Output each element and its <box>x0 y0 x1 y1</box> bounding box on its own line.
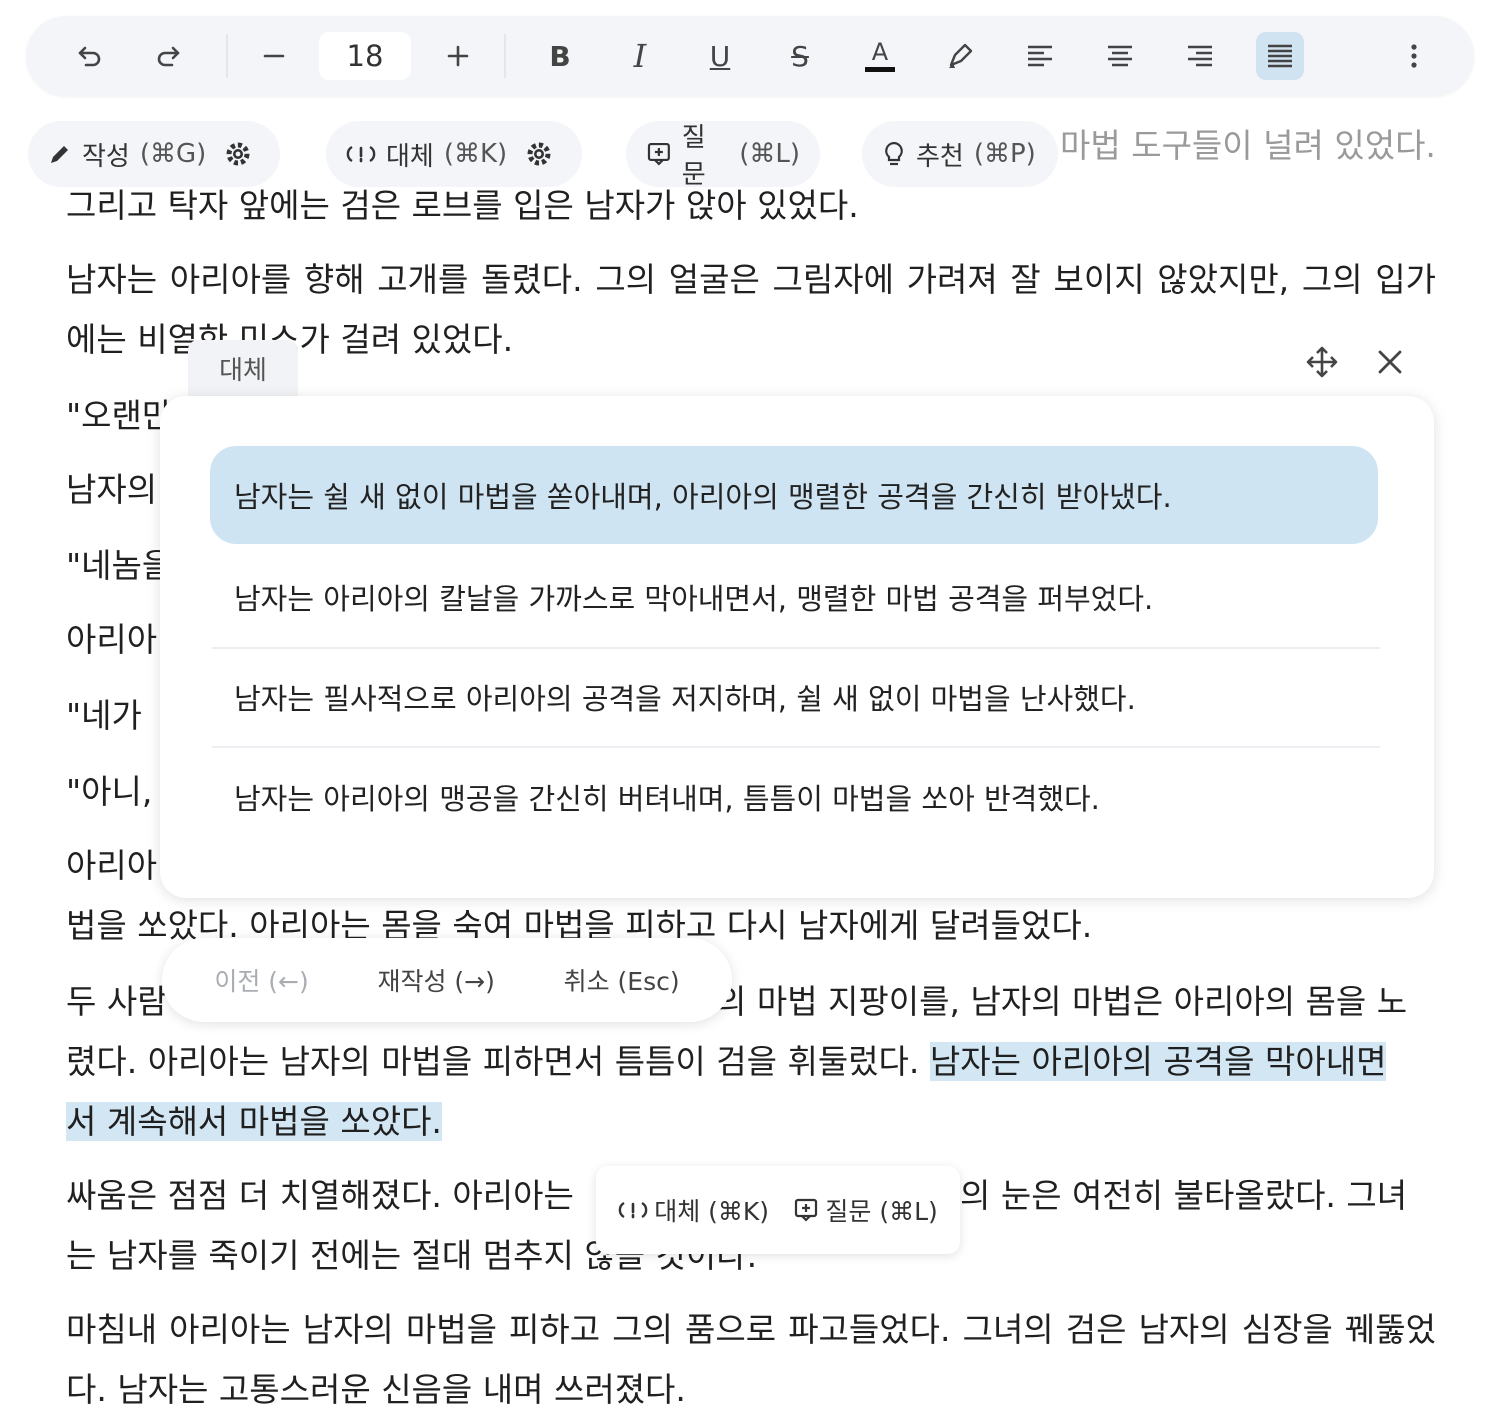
italic-button[interactable]: I <box>616 32 664 80</box>
more-vertical-icon <box>1411 44 1417 68</box>
align-justify-icon <box>1268 44 1292 68</box>
replace-icon <box>346 145 376 163</box>
replace-label: 대체 <box>386 141 434 172</box>
selected-text-continued[interactable]: 서 계속해서 마법을 쏘았다. <box>66 1102 442 1141</box>
suggestion-navigation: 이전 (←) 재작성 (→) 취소 (Esc) <box>162 938 732 1022</box>
write-label: 작성 <box>82 141 130 172</box>
align-left-icon <box>1028 45 1052 67</box>
plus-icon <box>447 45 469 67</box>
bold-button[interactable]: B <box>536 32 584 80</box>
close-icon <box>1378 350 1402 374</box>
highlighter-icon <box>949 43 973 68</box>
paragraph-11-tail: 의 눈은 여전히 불타올랐다. 그녀 <box>960 1176 1408 1215</box>
align-left-button[interactable] <box>1016 32 1064 80</box>
gear-icon[interactable] <box>224 140 252 168</box>
paragraph-10-tail: 의 마법 지팡이를, 남자의 마법은 아리아의 몸을 노 <box>716 982 1408 1021</box>
replace-action-chip[interactable]: 대체 (⌘K) <box>326 121 582 187</box>
ask-shortcut: (⌘L) <box>739 139 800 169</box>
highlight-button[interactable] <box>936 32 984 80</box>
align-center-button[interactable] <box>1096 32 1144 80</box>
faded-line-tail: 마법 도구들이 널려 있었다. <box>1060 126 1436 165</box>
replace-shortcut: (⌘K) <box>443 139 508 169</box>
suggestion-option-2[interactable]: 남자는 아리아의 칼날을 가까스로 막아내면서, 맹렬한 마법 공격을 퍼부었다… <box>210 548 1378 646</box>
write-action-chip[interactable]: 작성 (⌘G) <box>28 121 280 187</box>
previous-button[interactable]: 이전 (←) <box>214 962 308 998</box>
more-options-button[interactable] <box>1390 32 1438 80</box>
ask-label: 질문 <box>681 123 706 190</box>
cancel-button[interactable]: 취소 (Esc) <box>564 962 680 998</box>
rewrite-button[interactable]: 재작성 (→) <box>377 962 494 998</box>
replace-suggestions-panel: 남자는 쉴 새 없이 마법을 쏟아내며, 아리아의 맹렬한 공격을 간신히 받아… <box>160 396 1434 898</box>
selected-text[interactable]: 남자는 아리아의 공격을 막아내면 <box>929 1042 1387 1081</box>
selection-replace-button[interactable]: 대체 (⌘K) <box>618 1192 769 1228</box>
formatting-toolbar: 18 B I U S A <box>26 16 1474 96</box>
align-justify-button[interactable] <box>1256 32 1304 80</box>
write-shortcut: (⌘G) <box>139 139 207 169</box>
close-panel-button[interactable] <box>1370 342 1410 382</box>
align-right-button[interactable] <box>1176 32 1224 80</box>
pen-icon <box>51 146 68 163</box>
selection-ask-label: 질문 (⌘L) <box>825 1197 938 1226</box>
paragraph-10-line-3: 서 계속해서 마법을 쏘았다. <box>66 1092 1436 1152</box>
text-color-label: A <box>871 38 889 66</box>
selection-replace-label: 대체 (⌘K) <box>654 1197 770 1226</box>
selection-action-bar: 대체 (⌘K) 질문 (⌘L) <box>596 1166 960 1254</box>
lightbulb-icon <box>885 141 903 166</box>
paragraph-10-line-2: 렸다. 아리아는 남자의 마법을 피하면서 틈틈이 검을 휘둘렀다. 남자는 아… <box>66 1032 1436 1092</box>
move-panel-button[interactable] <box>1302 342 1342 382</box>
redo-button[interactable] <box>144 32 192 80</box>
align-center-icon <box>1108 45 1132 67</box>
move-icon <box>1306 346 1338 378</box>
suggestion-option-1[interactable]: 남자는 쉴 새 없이 마법을 쏟아내며, 아리아의 맹렬한 공격을 간신히 받아… <box>210 446 1378 544</box>
selection-ask-button[interactable]: 질문 (⌘L) <box>793 1192 938 1228</box>
paragraph-11-start: 싸움은 점점 더 치열해졌다. 아리아는 <box>66 1176 574 1215</box>
redo-icon <box>157 46 180 67</box>
gear-icon[interactable] <box>525 140 553 168</box>
add-comment-icon <box>795 1198 818 1222</box>
toolbar-divider <box>504 34 506 78</box>
suggest-shortcut: (⌘P) <box>973 139 1036 169</box>
minus-icon <box>263 54 285 58</box>
suggest-label: 추천 <box>916 141 964 172</box>
suggestion-option-3[interactable]: 남자는 필사적으로 아리아의 공격을 저지하며, 쉴 새 없이 마법을 난사했다… <box>210 648 1378 746</box>
paragraph-12: 마침내 아리아는 남자의 마법을 피하고 그의 품으로 파고들었다. 그녀의 검… <box>66 1310 1436 1409</box>
align-right-icon <box>1188 45 1212 67</box>
suggest-action-chip[interactable]: 추천 (⌘P) <box>862 121 1058 187</box>
undo-button[interactable] <box>66 32 114 80</box>
toolbar-divider <box>226 34 228 78</box>
add-comment-icon <box>647 142 670 166</box>
decrease-font-size-button[interactable] <box>250 32 298 80</box>
replace-icon <box>618 1201 648 1219</box>
strikethrough-button[interactable]: S <box>776 32 824 80</box>
increase-font-size-button[interactable] <box>434 32 482 80</box>
font-size-input[interactable]: 18 <box>319 32 411 80</box>
suggestion-option-4[interactable]: 남자는 아리아의 맹공을 간신히 버텨내며, 틈틈이 마법을 쏘아 반격했다. <box>210 748 1378 846</box>
replace-panel-tab: 대체 <box>188 340 298 396</box>
text-color-button[interactable]: A <box>856 32 904 80</box>
ask-action-chip[interactable]: 질문 (⌘L) <box>626 121 820 190</box>
text-color-swatch <box>865 67 895 72</box>
paragraph-10-plain: 렸다. 아리아는 남자의 마법을 피하면서 틈틈이 검을 휘둘렀다. <box>66 1042 920 1081</box>
undo-icon <box>78 46 101 67</box>
underline-button[interactable]: U <box>696 32 744 80</box>
